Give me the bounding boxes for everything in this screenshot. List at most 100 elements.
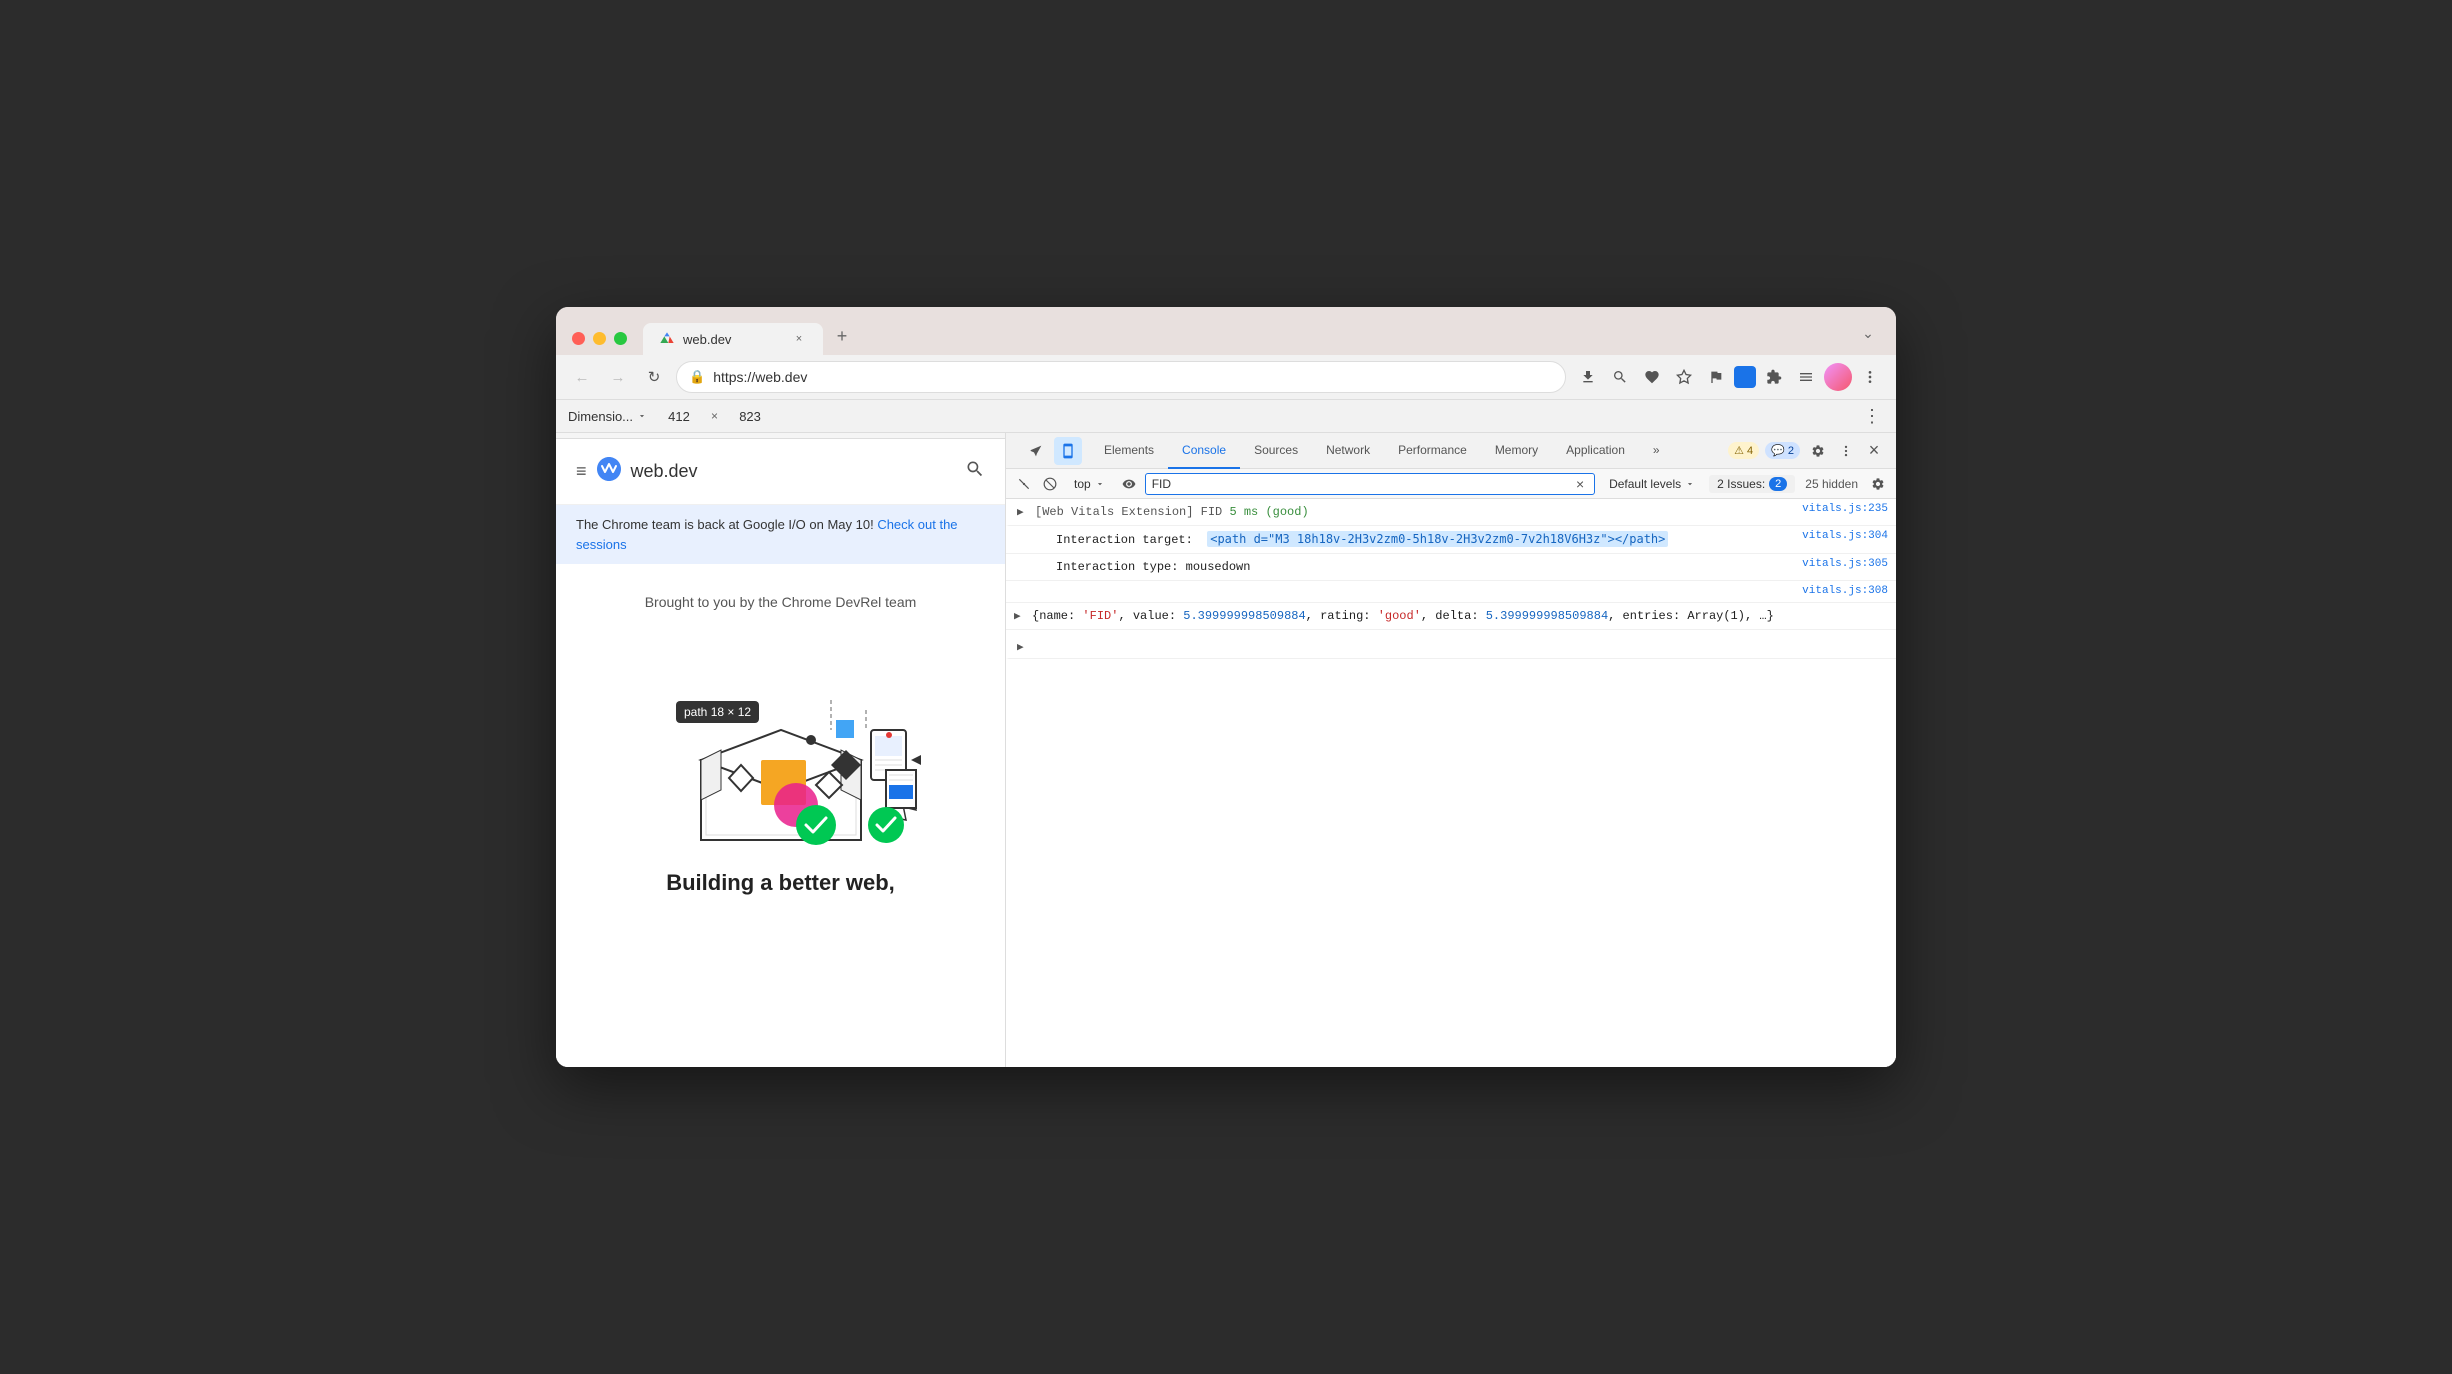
tab-bar: web.dev × + [643, 321, 1856, 355]
traffic-lights [572, 332, 627, 345]
entry-indent-spacer [1038, 558, 1050, 560]
clear-console-button[interactable] [1014, 474, 1034, 494]
hamburger-menu-button[interactable]: ≡ [576, 461, 587, 482]
tab-sources[interactable]: Sources [1240, 433, 1312, 469]
width-input[interactable] [655, 404, 703, 428]
download-button[interactable] [1574, 363, 1602, 391]
sidebar-toggle-button[interactable] [1792, 363, 1820, 391]
device-bar-more-button[interactable]: ⋮ [1860, 404, 1884, 428]
filter-clear-button[interactable]: × [1572, 476, 1588, 492]
minimize-window-button[interactable] [593, 332, 606, 345]
refresh-button[interactable]: ↻ [640, 363, 668, 391]
tab-close-button[interactable]: × [791, 331, 807, 347]
entry-source-link[interactable]: vitals.js:304 [1786, 530, 1888, 542]
filter-text-input[interactable] [1152, 477, 1568, 491]
hero-section: Brought to you by the Chrome DevRel team [556, 564, 1005, 926]
devtools-panel: Elements Console Sources Network Perform… [1006, 433, 1896, 1067]
close-window-button[interactable] [572, 332, 585, 345]
entry-value: 'FID' [1082, 609, 1118, 623]
entry-content: [Web Vitals Extension] FID 5 ms (good) [1035, 503, 1786, 521]
lock-icon: 🔒 [689, 369, 705, 385]
tab-more[interactable]: » [1639, 433, 1674, 469]
site-logo: ≡ web.dev [576, 455, 698, 488]
extensions-button[interactable] [1760, 363, 1788, 391]
dimension-separator: × [711, 409, 718, 423]
entry-source-link[interactable]: vitals.js:305 [1786, 558, 1888, 570]
console-output: ▶ [Web Vitals Extension] FID 5 ms (good)… [1006, 499, 1896, 1067]
element-highlight[interactable]: <path d="M3 18h18v-2H3v2zm0-5h18v-2H3v2z… [1207, 531, 1668, 547]
entry-text: Interaction type: mousedown [1056, 560, 1250, 574]
prompt-indicator: ▶ [1017, 638, 1029, 654]
console-entry: vitals.js:308 [1006, 581, 1896, 603]
window-expand-button[interactable]: ⌄ [1856, 321, 1880, 345]
tab-title: web.dev [683, 332, 783, 347]
maximize-window-button[interactable] [614, 332, 627, 345]
live-expressions-button[interactable] [1119, 474, 1139, 494]
new-tab-button[interactable]: + [827, 321, 857, 351]
entry-indent-spacer [1038, 530, 1050, 532]
devtools-more-button[interactable] [1832, 437, 1860, 465]
no-icon-button[interactable] [1040, 474, 1060, 494]
title-bar: web.dev × + ⌄ [556, 307, 1896, 355]
address-bar[interactable]: 🔒 https://web.dev [676, 361, 1566, 393]
flag-button[interactable] [1702, 363, 1730, 391]
chat-badge[interactable]: 💬 2 [1765, 442, 1800, 459]
tooltip-dimensions: 18 × 12 [711, 705, 751, 719]
console-entry: Interaction type: mousedown vitals.js:30… [1006, 554, 1896, 581]
device-selector[interactable]: Dimensio... [568, 409, 647, 424]
tab-elements[interactable]: Elements [1090, 433, 1168, 469]
tab-console[interactable]: Console [1168, 433, 1240, 469]
zoom-button[interactable] [1606, 363, 1634, 391]
star-button[interactable] [1670, 363, 1698, 391]
log-levels-selector[interactable]: Default levels [1601, 475, 1703, 493]
console-filter-input[interactable]: × [1145, 473, 1595, 495]
site-name-label: web.dev [631, 461, 698, 482]
webpage-panel: ≡ web.dev path 18 × 12 [556, 433, 1006, 1067]
hidden-count-label: 25 hidden [1801, 477, 1862, 491]
console-entry: ▶ {name: 'FID', value: 5.399999998509884… [1006, 603, 1896, 630]
element-tooltip: path 18 × 12 [676, 701, 759, 723]
site-header: ≡ web.dev path 18 × 12 [556, 439, 1005, 505]
tab-memory[interactable]: Memory [1481, 433, 1552, 469]
console-settings-button[interactable] [1868, 474, 1888, 494]
tab-application[interactable]: Application [1552, 433, 1639, 469]
back-button[interactable]: ← [568, 363, 596, 391]
devtools-close-button[interactable]: × [1860, 437, 1888, 465]
forward-button[interactable]: → [604, 363, 632, 391]
inspect-element-button[interactable] [1022, 437, 1050, 465]
url-text: https://web.dev [713, 369, 1553, 385]
device-emulation-toggle[interactable] [1054, 437, 1082, 465]
console-entry: ▶ [Web Vitals Extension] FID 5 ms (good)… [1006, 499, 1896, 526]
hero-byline: Brought to you by the Chrome DevRel team [645, 594, 917, 610]
entry-text-prefix: [Web Vitals Extension] FID [1035, 505, 1229, 519]
devtools-settings-button[interactable] [1804, 437, 1832, 465]
entry-source-link[interactable]: vitals.js:235 [1786, 503, 1888, 515]
context-selector[interactable]: top [1066, 475, 1113, 493]
context-label: top [1074, 477, 1091, 491]
height-input[interactable] [726, 404, 774, 428]
share-button[interactable] [1638, 363, 1666, 391]
profile-color-button[interactable] [1734, 366, 1756, 388]
browser-tab[interactable]: web.dev × [643, 323, 823, 355]
search-button[interactable] [965, 459, 985, 484]
main-area: ≡ web.dev path 18 × 12 [556, 433, 1896, 1067]
warning-badge[interactable]: ⚠ 4 [1728, 442, 1759, 459]
toolbar-actions [1574, 363, 1884, 391]
issues-panel-button[interactable]: 2 Issues: 2 [1709, 475, 1795, 493]
devtools-left-icons [1014, 437, 1090, 465]
issues-count-badge: 2 [1769, 477, 1787, 491]
hero-title: Building a better web, [666, 870, 895, 896]
browser-window: web.dev × + ⌄ ← → ↻ 🔒 https://web.dev [556, 307, 1896, 1067]
chrome-more-button[interactable] [1856, 363, 1884, 391]
tab-performance[interactable]: Performance [1384, 433, 1481, 469]
tooltip-tag-name: path [684, 705, 707, 719]
entry-expand-arrow[interactable]: ▶ [1017, 503, 1029, 519]
entry-indent-spacer [1038, 585, 1050, 587]
profile-avatar[interactable] [1824, 363, 1852, 391]
entry-source-link[interactable]: vitals.js:308 [1786, 585, 1888, 597]
entry-text: Interaction target: [1056, 533, 1207, 547]
tab-network[interactable]: Network [1312, 433, 1384, 469]
entry-expand-arrow[interactable]: ▶ [1014, 607, 1026, 623]
devtools-tab-bar: Elements Console Sources Network Perform… [1006, 433, 1896, 469]
site-logo-icon [595, 455, 623, 488]
